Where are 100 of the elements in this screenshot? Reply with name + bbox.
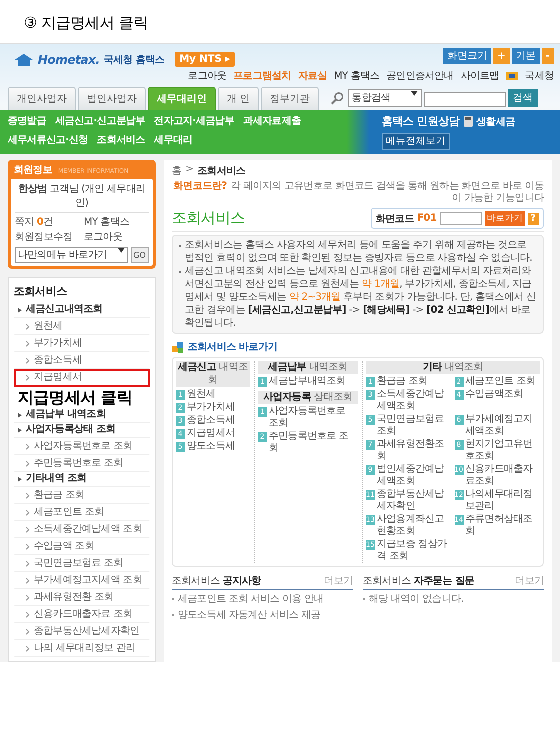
shortcut-link[interactable]: 사업용계좌신고현황조회 <box>377 514 452 538</box>
site-name: 국세청 홈택스 <box>104 54 165 66</box>
menu-select[interactable]: 나만의메뉴 바로가기 <box>15 247 128 263</box>
chevron-icon <box>26 493 30 499</box>
menu-item[interactable]: 수입금액 조회 <box>14 538 150 555</box>
shortcut-link[interactable]: 부가가치세 <box>187 402 236 414</box>
bullet-icon <box>18 412 22 418</box>
menu-item[interactable]: 국민연금보험료 조회 <box>14 555 150 572</box>
shortcut-link[interactable]: 부가세예정고지세액조회 <box>466 414 540 438</box>
menu-item[interactable]: 소득세중간예납세액 조회 <box>14 521 150 538</box>
full-menu-button[interactable]: 메뉴전체보기 <box>382 133 450 150</box>
breadcrumb-separator: > <box>186 164 194 177</box>
chevron-icon <box>26 461 30 467</box>
nav-link[interactable]: 생활세금 <box>476 114 516 128</box>
shortcut-link[interactable]: 양도소득세 <box>187 441 236 453</box>
top-link[interactable]: 공인인증서안내 <box>386 69 454 83</box>
chevron-icon <box>26 444 30 450</box>
menu-item[interactable]: 종합소득세 <box>14 352 150 369</box>
board-title: 조회서비스 공지사항 <box>172 575 262 588</box>
menu-group[interactable]: 세금신고내역조회 <box>26 304 103 316</box>
shortcut-link[interactable]: 세금납부내역조회 <box>269 376 346 388</box>
chevron-icon <box>26 544 30 550</box>
menu-group[interactable]: 세금납부 내역조회 <box>26 409 106 421</box>
column-heading: 세금납부 내역조회 <box>258 361 358 374</box>
shortcut-link[interactable]: 주류면허상태조회 <box>466 514 540 538</box>
tab[interactable]: 개인사업자 <box>8 87 76 110</box>
menu-group[interactable]: 사업자등록상태 조회 <box>26 424 116 436</box>
chevron-icon <box>26 358 30 364</box>
shortcut-link[interactable]: 사업자등록번호로 조회 <box>269 406 358 430</box>
shortcut-link[interactable]: 신용카드매출자료조회 <box>466 464 540 488</box>
member-link[interactable]: 쪽지 0건 <box>15 215 80 229</box>
shortcut-link[interactable]: 법인세중간예납세액조회 <box>377 464 452 488</box>
chevron-icon <box>26 646 30 652</box>
menu-item[interactable]: 세금포인트 조회 <box>14 504 150 521</box>
top-link[interactable]: 사이트맵 <box>460 69 500 83</box>
search-scope-select[interactable]: 통합검색 <box>348 89 422 107</box>
search-button[interactable]: 검색 <box>508 89 538 107</box>
board-item[interactable]: 세금포인트 조회 서비스 이용 안내 <box>178 592 324 606</box>
go-button[interactable]: GO <box>130 247 149 263</box>
board-item[interactable]: 해당 내역이 없습니다. <box>369 592 464 606</box>
font-size-button[interactable]: 기본 <box>512 48 540 64</box>
font-size-button[interactable]: 화면크기 <box>443 48 492 64</box>
menu-item[interactable]: 나의 세무대리정보 관리 <box>14 640 150 657</box>
panel-title: 회원정보 <box>14 164 52 177</box>
top-link[interactable]: 국세청 <box>525 69 554 83</box>
menu-item[interactable]: 과세유형전환 조회 <box>14 589 150 606</box>
menu-item[interactable]: 환급금 조회 <box>14 487 150 504</box>
page-title: 조회서비스 <box>172 209 246 228</box>
shortcut-link[interactable]: 지급보증 정상가격 조회 <box>377 539 452 563</box>
bullet-icon <box>18 476 22 482</box>
shortcut-link[interactable]: 원천세 <box>187 389 216 401</box>
calculator-icon <box>464 116 473 127</box>
tab[interactable]: 법인사업자 <box>78 87 146 110</box>
column-heading: 세금신고 내역조회 <box>176 361 250 387</box>
breadcrumb-link[interactable]: 홈 <box>172 164 182 178</box>
shortcut-link[interactable]: 국민연금보험료조회 <box>377 414 452 438</box>
menu-item[interactable]: 사업자등록번호로 조회 <box>14 438 150 455</box>
column-heading: 사업자등록 상태조회 <box>258 391 358 404</box>
chevron-icon <box>26 629 30 635</box>
member-link[interactable]: MY 홈택스 <box>84 215 149 229</box>
member-link[interactable]: 로그아웃 <box>84 230 149 244</box>
menu-item[interactable]: 주민등록번호로 조회 <box>14 455 150 472</box>
menu-item[interactable]: 부가세예정고지세액 조회 <box>14 572 150 589</box>
search-field[interactable] <box>424 92 506 107</box>
nav-link[interactable]: 홈택스 민원상담 <box>382 114 460 129</box>
shortcut-link[interactable]: 지급명세서 <box>187 428 236 440</box>
site-logo[interactable]: Hometax. <box>38 52 100 66</box>
screen-code-field[interactable] <box>440 212 482 225</box>
menu-group[interactable]: 기타내역 조회 <box>26 473 87 485</box>
screen-code-label: 화면코드 <box>376 212 414 226</box>
shortcut-link[interactable]: 세금포인트 조회 <box>466 376 536 388</box>
shortcut-link[interactable]: 수입금액조회 <box>466 389 524 401</box>
shortcut-link[interactable]: 과세유형전환조회 <box>377 439 452 463</box>
shortcut-link[interactable]: 종합부동산세납세자확인 <box>377 489 452 513</box>
member-link[interactable]: 회원정보수정 <box>15 230 80 244</box>
chevron-icon <box>26 341 30 347</box>
menu-item[interactable]: 원천세 <box>14 318 150 335</box>
menu-item[interactable]: 지급명세서 <box>14 369 150 387</box>
menu-item[interactable]: 신용카드매출자료 조회 <box>14 606 150 623</box>
menu-item[interactable]: 부가가치세 <box>14 335 150 352</box>
shortcut-link[interactable]: 환급금 조회 <box>377 376 428 388</box>
top-link[interactable]: MY 홈택스 <box>334 69 380 83</box>
shortcut-link[interactable]: 주민등록번호로 조회 <box>269 431 358 455</box>
breadcrumb-link[interactable]: 조회서비스 <box>198 164 246 178</box>
screen-code: F01 <box>417 213 437 224</box>
tab[interactable]: 개 인 <box>218 87 260 110</box>
bullet-icon <box>18 428 22 432</box>
help-text: 각 페이지의 고유번호로 화면코드 검색을 통해 원하는 화면으로 바로 이동이 가능한 기능입니다 <box>230 181 544 204</box>
menu-item[interactable]: 종합부동산세납세자확인 <box>14 623 150 640</box>
chevron-icon <box>26 595 30 601</box>
section-title: 조회서비스 바로가기 <box>188 341 278 354</box>
shortcut-link[interactable]: 소득세중간예납세액조회 <box>377 389 452 413</box>
step-caption: ③ 지급명세서 클릭 <box>23 13 148 34</box>
top-link[interactable]: 로그아웃 <box>188 69 227 83</box>
shortcut-link[interactable]: 현지기업고유번호조회 <box>466 439 540 463</box>
shortcut-link[interactable]: 나의세무대리정보관리 <box>466 489 540 513</box>
board-item[interactable]: 양도소득세 자동계산 서비스 제공 <box>178 608 321 622</box>
tab[interactable]: 정부기관 <box>261 87 320 110</box>
chevron-icon <box>26 324 30 330</box>
shortcut-link[interactable]: 종합소득세 <box>187 415 236 427</box>
